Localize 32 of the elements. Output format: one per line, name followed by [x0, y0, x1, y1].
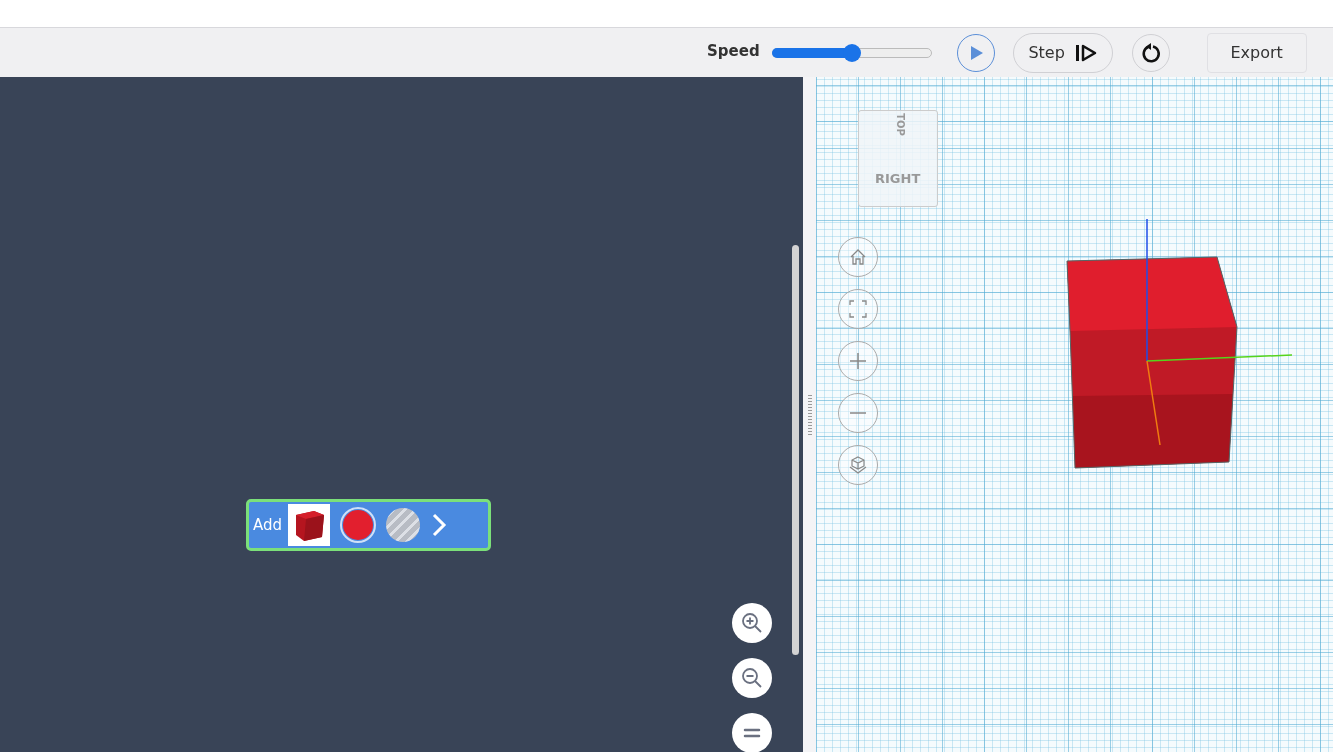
fit-icon: [849, 300, 867, 318]
home-view-button[interactable]: [838, 237, 878, 277]
play-icon: [970, 44, 985, 61]
cube-thumbnail[interactable]: [288, 504, 331, 546]
zoom-in-button[interactable]: [732, 603, 772, 643]
equals-icon: [743, 727, 761, 739]
zoom-out-button[interactable]: [732, 658, 772, 698]
zoom-out-icon: [741, 667, 763, 689]
hole-toggle[interactable]: [386, 508, 421, 542]
box-icon: [848, 455, 868, 475]
block-label: Add: [253, 516, 283, 534]
export-button[interactable]: Export: [1206, 32, 1307, 73]
cube-right-label: RIGHT: [875, 171, 921, 186]
play-button[interactable]: [956, 33, 995, 72]
fit-view-button[interactable]: [838, 289, 878, 329]
reset-zoom-button[interactable]: [732, 713, 772, 752]
minus-icon: [849, 411, 867, 415]
chevron-icon[interactable]: [430, 512, 449, 538]
restart-icon: [1139, 41, 1162, 64]
step-button[interactable]: Step: [1012, 32, 1113, 73]
speed-label: Speed: [707, 41, 760, 60]
color-picker[interactable]: [340, 507, 377, 543]
panel-resize-handle[interactable]: [803, 77, 816, 752]
plus-icon: [849, 352, 867, 370]
cube-top-label: TOP: [894, 113, 906, 136]
reset-button[interactable]: [1131, 33, 1170, 72]
home-icon: [849, 248, 867, 266]
step-icon: [1074, 43, 1097, 62]
zoom-in-icon: [741, 612, 763, 634]
scrollbar[interactable]: [792, 245, 799, 655]
perspective-button[interactable]: [838, 445, 878, 485]
add-block[interactable]: Add: [246, 499, 491, 551]
